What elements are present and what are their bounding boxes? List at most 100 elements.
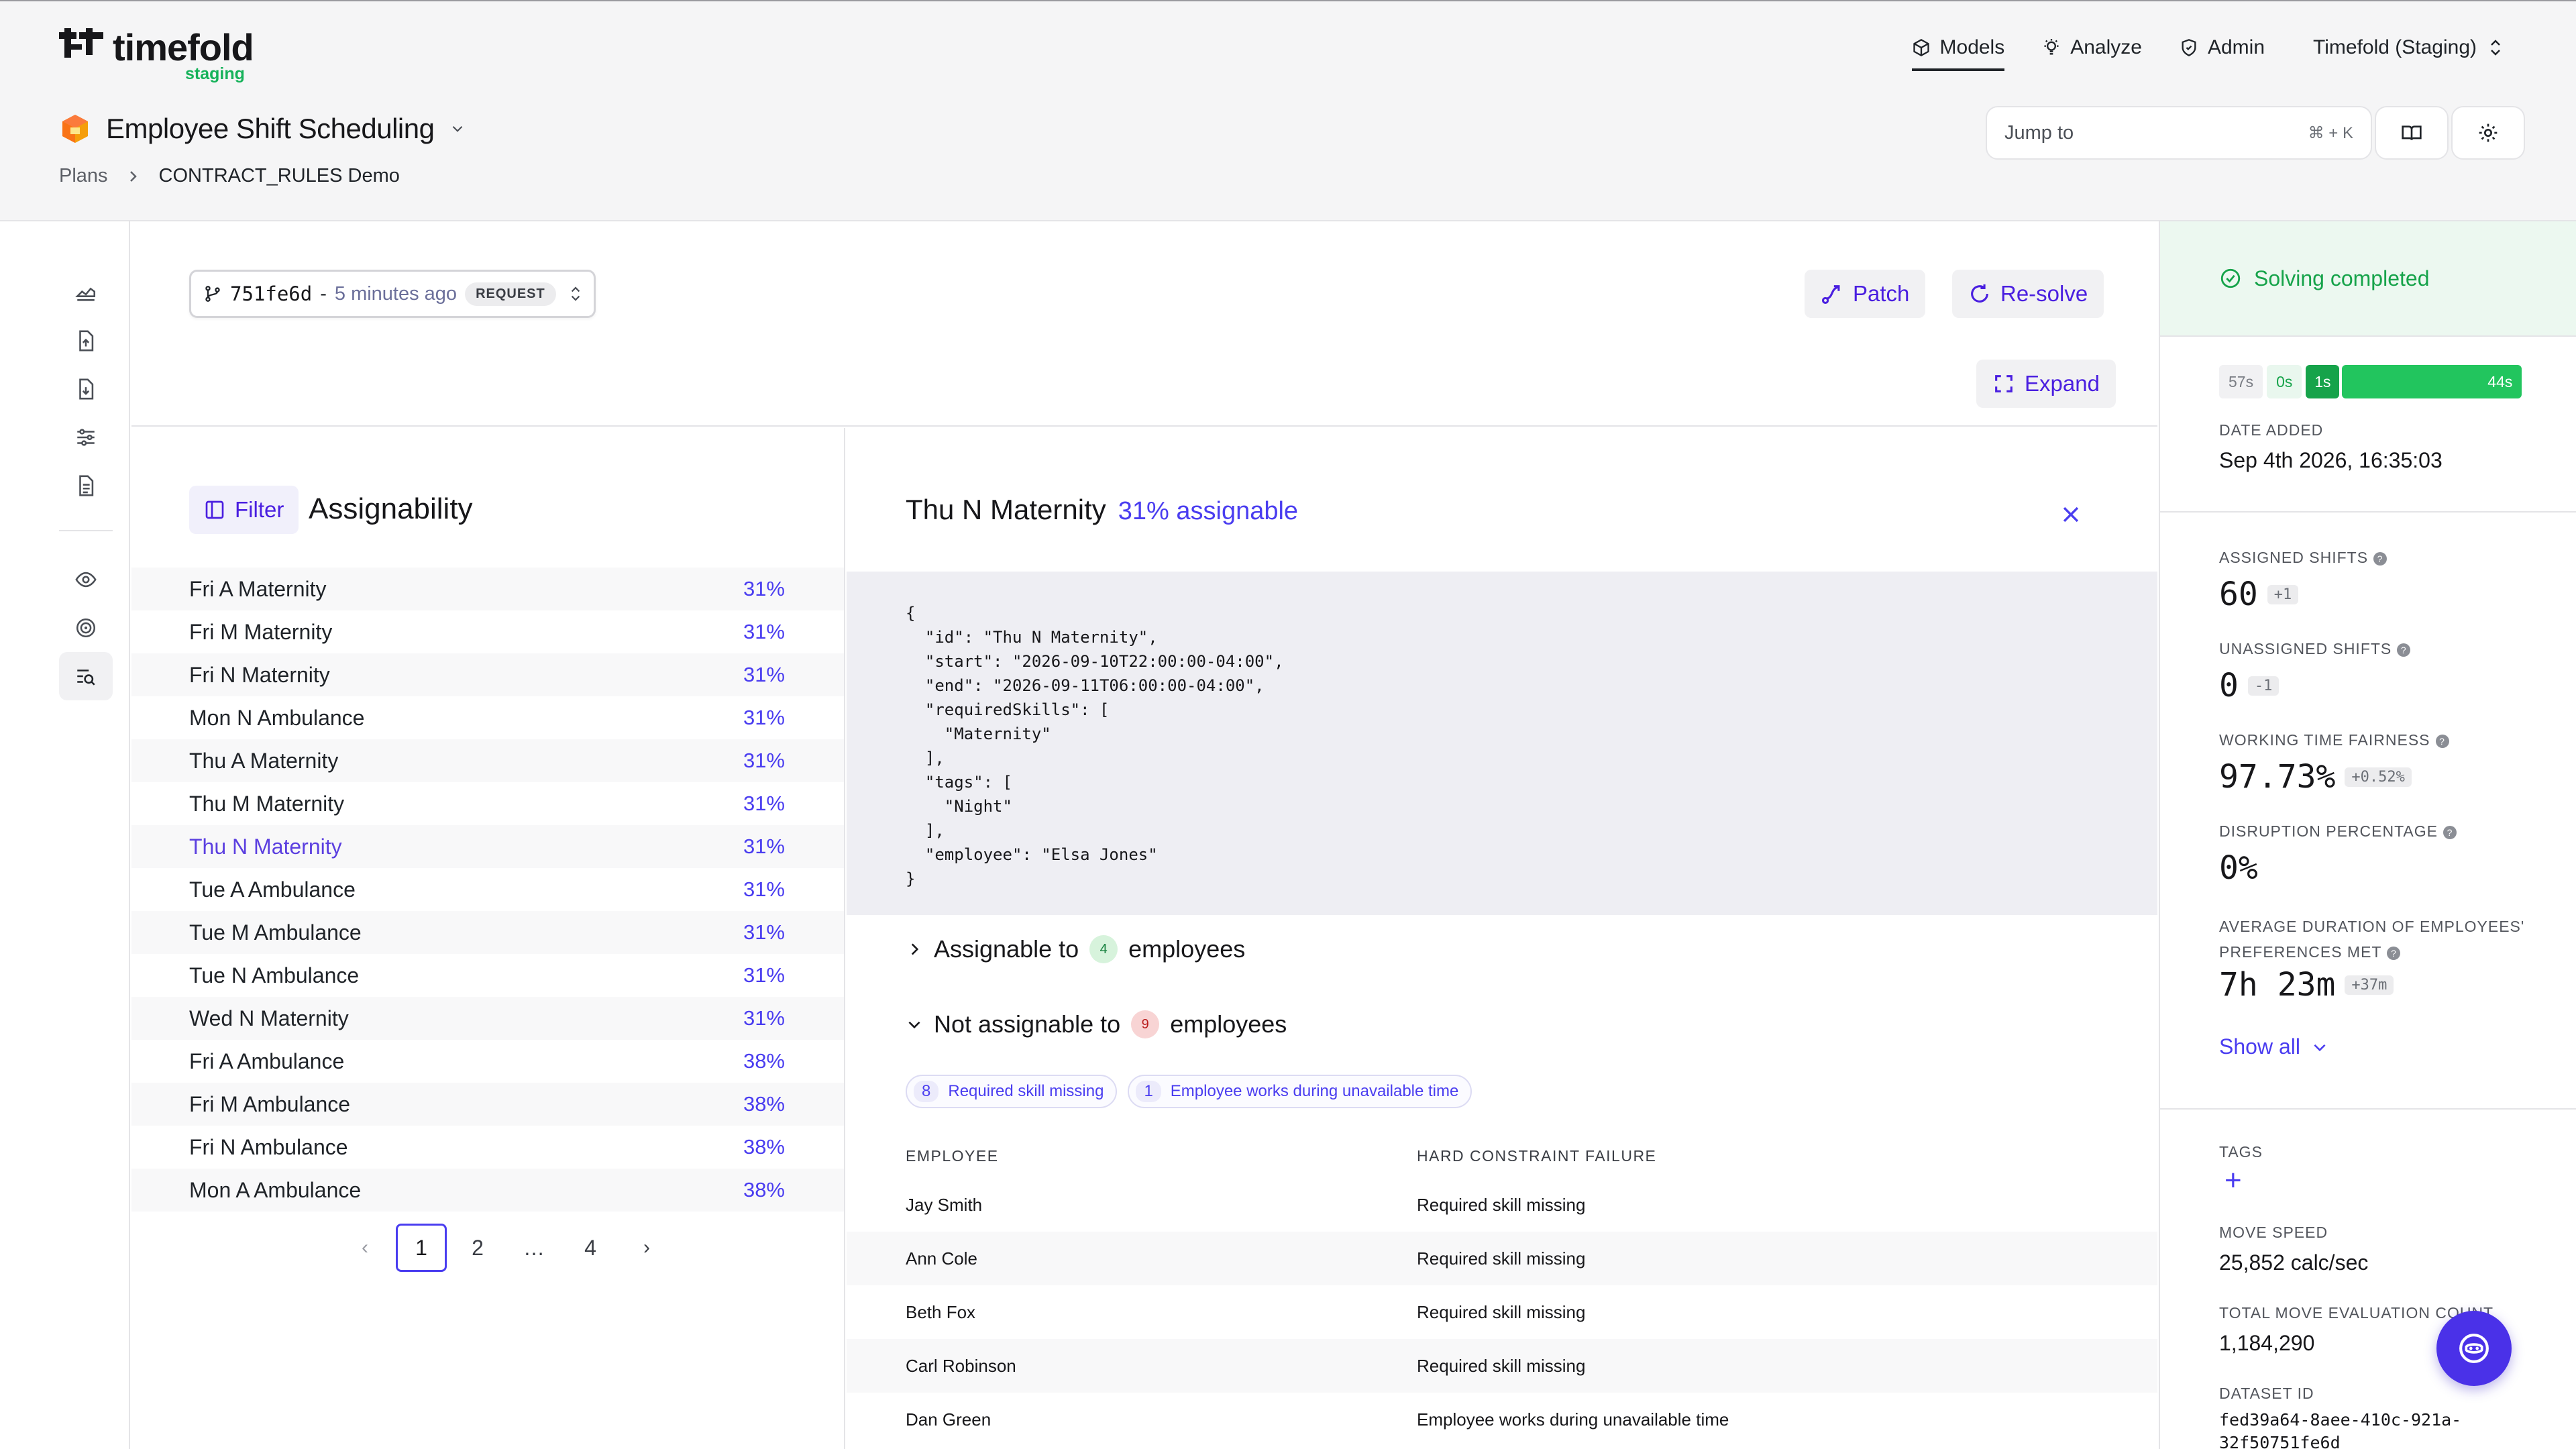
rail-overview[interactable]	[59, 268, 113, 317]
settings-button[interactable]	[2451, 106, 2525, 160]
shift-row[interactable]: Fri N Ambulance 38%	[131, 1126, 844, 1169]
org-selector[interactable]: Timefold (Staging)	[2313, 36, 2502, 59]
rail-logs[interactable]	[59, 462, 113, 510]
info-icon[interactable]: ?	[2397, 643, 2411, 657]
shift-row[interactable]: Wed N Maternity 31%	[131, 997, 844, 1040]
date-added-label: DATE ADDED	[2219, 421, 2324, 439]
jump-to-shortcut: ⌘ + K	[2308, 123, 2353, 142]
chip-count: 1	[1136, 1081, 1161, 1102]
shift-row[interactable]: Mon A Ambulance 38%	[131, 1169, 844, 1212]
nav-admin[interactable]: Admin	[2180, 31, 2265, 64]
divider	[2160, 511, 2576, 513]
resolve-button[interactable]: Re-solve	[1952, 270, 2104, 318]
pagination-next-button[interactable]: ›	[621, 1224, 672, 1272]
shift-row[interactable]: Fri M Maternity 31%	[131, 610, 844, 653]
shift-row[interactable]: Thu A Maternity 31%	[131, 739, 844, 782]
pagination-ellipsis: …	[523, 1235, 545, 1260]
shift-name: Thu M Maternity	[189, 791, 345, 816]
rail-assignability[interactable]	[59, 652, 113, 700]
chevron-down-icon[interactable]	[449, 120, 466, 138]
version-selector[interactable]: 751fe6d - 5 minutes ago REQUEST	[189, 270, 596, 318]
close-detail-button[interactable]	[2054, 498, 2088, 531]
shift-assignable-pct: 31%	[743, 749, 785, 772]
pagination-page-2[interactable]: 2	[452, 1224, 503, 1272]
rail-upload[interactable]	[59, 317, 113, 365]
nav-admin-label: Admin	[2207, 36, 2265, 58]
show-all-metrics-button[interactable]: Show all	[2219, 1034, 2328, 1059]
add-tag-button[interactable]: +	[2224, 1166, 2242, 1195]
chip-unavailable-time[interactable]: 1 Employee works during unavailable time	[1128, 1075, 1472, 1108]
shift-row[interactable]: Thu M Maternity 31%	[131, 782, 844, 825]
column-header-failure: HARD CONSTRAINT FAILURE	[1417, 1146, 1657, 1165]
rail-configuration[interactable]	[59, 413, 113, 462]
file-download-icon	[79, 378, 94, 400]
patch-button[interactable]: Patch	[1805, 270, 1926, 318]
expand-label: Expand	[2025, 371, 2100, 396]
metric-value: 0%	[2219, 849, 2258, 887]
shift-name: Fri N Ambulance	[189, 1134, 348, 1159]
assignable-suffix: employees	[1128, 935, 1246, 963]
date-added-value: Sep 4th 2026, 16:35:03	[2219, 448, 2443, 472]
breadcrumb-plans[interactable]: Plans	[59, 165, 108, 187]
shift-name: Fri A Ambulance	[189, 1049, 345, 1073]
assignable-count-badge: 4	[1089, 935, 1118, 963]
info-icon[interactable]: ?	[2435, 734, 2449, 748]
metric-value: 97.73%	[2219, 758, 2336, 796]
shift-row[interactable]: Tue A Ambulance 31%	[131, 868, 844, 911]
chevron-down-icon	[908, 1021, 920, 1029]
table-row[interactable]: Carl Robinson Required skill missing	[847, 1339, 2157, 1393]
pagination-page-1[interactable]: 1	[396, 1224, 447, 1272]
table-row[interactable]: Jay Smith Required skill missing	[847, 1178, 2157, 1232]
pagination-page-4[interactable]: 4	[565, 1224, 616, 1272]
filter-button[interactable]: Filter	[189, 486, 299, 534]
run-toolbar: 751fe6d - 5 minutes ago REQUEST Patch Re…	[131, 221, 2157, 427]
shift-row[interactable]: Fri A Maternity 31%	[131, 568, 844, 610]
not-assignable-label: Not assignable to	[934, 1010, 1121, 1038]
info-icon[interactable]: ?	[2443, 825, 2457, 839]
solve-timeline: 57s 0s 1s 44s	[2219, 365, 2522, 398]
dataset-id-line: fed39a64-8aee-410c-921a-	[2219, 1410, 2462, 1430]
table-row[interactable]: Dan Green Employee works during unavailab…	[847, 1393, 2157, 1446]
rail-visualize[interactable]	[59, 555, 113, 604]
shift-row[interactable]: Mon N Ambulance 31%	[131, 696, 844, 739]
not-assignable-section-toggle[interactable]: Not assignable to 9 employees	[906, 1010, 1287, 1038]
shift-row[interactable]: Fri A Ambulance 38%	[131, 1040, 844, 1083]
shift-assignable-pct: 31%	[743, 663, 785, 686]
assistant-button[interactable]	[2436, 1311, 2512, 1386]
jump-to-search[interactable]: Jump to ⌘ + K	[1986, 106, 2372, 160]
table-row[interactable]: Beth Fox Required skill missing	[847, 1285, 2157, 1339]
column-header-employee: EMPLOYEE	[906, 1146, 999, 1165]
file-upload-icon	[79, 330, 94, 352]
employee-name: Jay Smith	[906, 1194, 983, 1215]
info-icon[interactable]: ?	[2373, 551, 2387, 566]
chip-count: 8	[914, 1081, 939, 1102]
shift-row-selected[interactable]: Thu N Maternity 31%	[131, 825, 844, 868]
shift-row[interactable]: Tue M Ambulance 31%	[131, 911, 844, 954]
table-row[interactable]: Ann Cole Required skill missing	[847, 1232, 2157, 1285]
shield-icon	[2182, 39, 2196, 56]
metric-label: DISRUPTION PERCENTAGE?	[2219, 822, 2457, 841]
rail-download[interactable]	[59, 365, 113, 413]
nav-models-label: Models	[1939, 36, 2005, 58]
timeline-solving: 44s	[2342, 365, 2522, 398]
metric-label-text: WORKING TIME FAIRNESS	[2219, 731, 2430, 749]
metric-value: 60	[2219, 576, 2258, 613]
nav-models[interactable]: Models	[1911, 31, 2005, 71]
chip-required-skill-missing[interactable]: 8 Required skill missing	[906, 1075, 1118, 1108]
assignable-section-toggle[interactable]: Assignable to 4 employees	[906, 935, 1245, 963]
rail-score-analysis[interactable]	[59, 604, 113, 652]
pagination: ‹ 1 2 … 4 ›	[339, 1224, 672, 1272]
shift-row[interactable]: Fri N Maternity 31%	[131, 653, 844, 696]
timeline-queued: 57s	[2219, 365, 2263, 398]
shift-row[interactable]: Tue N Ambulance 31%	[131, 954, 844, 997]
info-icon[interactable]: ?	[2387, 946, 2401, 960]
metric-delta: +1	[2267, 584, 2299, 604]
expand-button[interactable]: Expand	[1976, 360, 2116, 408]
show-all-label: Show all	[2219, 1034, 2300, 1059]
metric-delta: +37m	[2345, 975, 2394, 995]
divider	[2160, 1108, 2576, 1110]
shift-row[interactable]: Fri M Ambulance 38%	[131, 1083, 844, 1126]
docs-button[interactable]	[2375, 106, 2449, 160]
nav-analyze[interactable]: Analyze	[2042, 31, 2142, 64]
pagination-prev-button[interactable]: ‹	[339, 1224, 390, 1272]
